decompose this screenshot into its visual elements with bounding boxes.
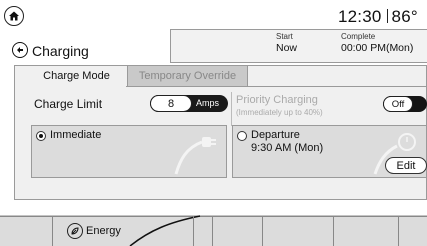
edit-departure-button[interactable]: Edit xyxy=(385,157,427,174)
nav-segment-divider xyxy=(333,216,334,246)
charge-times-box: Start Now Complete 00:00 PM(Mon) xyxy=(170,29,427,63)
immediate-label: Immediate xyxy=(50,129,102,141)
tab-charge-mode[interactable]: Charge Mode xyxy=(27,66,126,86)
priority-charging-toggle[interactable]: Off xyxy=(383,96,427,112)
departure-time: 9:30 AM (Mon) xyxy=(251,142,324,154)
tab-temporary-override[interactable]: Temporary Override xyxy=(127,66,248,86)
outside-temperature: 86° xyxy=(391,7,418,26)
energy-label: Energy xyxy=(86,225,121,237)
immediate-radio[interactable] xyxy=(36,131,46,141)
back-button[interactable] xyxy=(12,42,28,58)
energy-flow-curve xyxy=(0,215,427,246)
tab-divider xyxy=(126,86,427,87)
charge-limit-unit: Amps xyxy=(196,98,220,108)
complete-time-group: Complete 00:00 PM(Mon) xyxy=(341,32,413,54)
charge-limit-value: 8 xyxy=(150,95,192,112)
nav-segment-divider xyxy=(193,216,194,246)
nav-segment-divider xyxy=(262,216,263,246)
energy-button[interactable]: Energy xyxy=(67,223,121,239)
start-value: Now xyxy=(276,42,298,54)
charge-limit-selector[interactable]: 8 Amps xyxy=(150,95,228,112)
home-icon xyxy=(9,11,19,21)
start-label: Start xyxy=(276,32,293,41)
nav-segment-divider xyxy=(52,216,53,246)
complete-value: 00:00 PM(Mon) xyxy=(341,42,414,54)
priority-charging-subtitle: (Immediately up to 40%) xyxy=(236,108,323,117)
clock-separator xyxy=(386,9,388,23)
priority-charging-title: Priority Charging xyxy=(236,94,318,106)
home-button[interactable] xyxy=(4,6,24,26)
toggle-state-label: Off xyxy=(383,96,413,112)
complete-label: Complete xyxy=(341,32,376,41)
plug-icon xyxy=(174,137,216,175)
start-time-group: Start Now xyxy=(276,32,297,54)
back-arrow-icon xyxy=(17,47,23,53)
leaf-icon xyxy=(67,223,83,239)
departure-label: Departure xyxy=(251,129,300,141)
section-divider xyxy=(231,92,232,126)
immediate-option[interactable]: Immediate xyxy=(31,125,227,178)
charge-limit-label: Charge Limit xyxy=(34,97,103,111)
nav-segment-divider xyxy=(212,216,213,246)
departure-radio[interactable] xyxy=(237,131,247,141)
status-clock: 12:30 86° xyxy=(338,7,418,27)
page-title: Charging xyxy=(32,43,89,59)
clock-time: 12:30 xyxy=(338,7,382,26)
nav-segment-divider xyxy=(398,216,399,246)
